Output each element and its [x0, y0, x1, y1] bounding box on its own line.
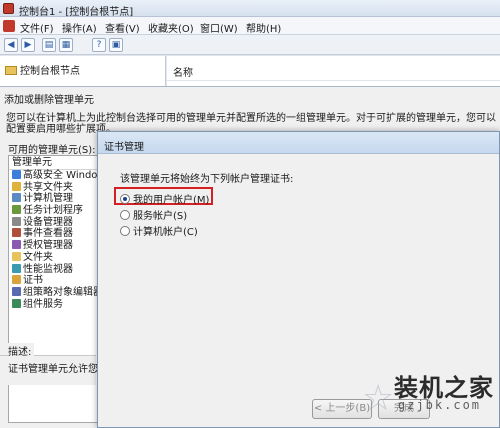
cert-dialog-titlebar: 证书管理	[98, 132, 499, 154]
firewall-icon	[12, 170, 21, 179]
snapin-label: 任务计划程序	[23, 205, 83, 217]
performance-monitor-icon	[12, 263, 21, 273]
menu-view[interactable]: 查看(V)	[105, 20, 140, 35]
result-list: 名称	[167, 56, 500, 86]
cert-dialog-prompt: 该管理单元将始终为下列帐户管理证书:	[120, 174, 294, 185]
authorization-manager-icon	[12, 240, 21, 250]
tree-root-node[interactable]: 控制台根节点	[5, 62, 80, 77]
radio-icon[interactable]	[120, 226, 130, 236]
list-item[interactable]: 授权管理器	[9, 240, 97, 252]
window-title: 控制台1 - [控制台根节点]	[19, 7, 134, 18]
menu-help[interactable]: 帮助(H)	[246, 20, 281, 35]
list-item[interactable]: 文件夹	[9, 251, 97, 264]
radio-label-computer-account: 计算机帐户(C)	[133, 227, 198, 238]
list-item[interactable]: 组策略对象编辑器	[9, 286, 98, 299]
list-item[interactable]: 证书	[9, 275, 97, 287]
mmc-menu-icon[interactable]	[3, 20, 15, 32]
show-hide-tree-icon[interactable]: ▤	[42, 38, 56, 52]
snapin-label: 证书	[23, 275, 43, 287]
snapin-label: 组件服务	[23, 298, 63, 310]
radio-computer-account[interactable]: 计算机帐户(C)	[120, 223, 198, 238]
group-policy-icon	[12, 286, 21, 296]
panel-icon[interactable]: ▦	[59, 38, 73, 52]
event-viewer-icon	[12, 228, 21, 238]
task-scheduler-icon	[12, 205, 21, 215]
radio-label-user-account: 我的用户帐户(M)	[133, 195, 210, 206]
snapin-label: 文件夹	[23, 251, 53, 263]
forward-arrow-icon[interactable]: ▶	[21, 38, 35, 52]
snapin-label: 组策略对象编辑器	[23, 286, 98, 298]
list-item[interactable]: 组件服务	[9, 298, 97, 311]
watermark-url: gzjbk.com	[398, 398, 482, 412]
toolbar: ◀ ▶ ▤ ▦ ? ▣	[0, 35, 500, 55]
folder-icon	[12, 251, 21, 261]
snapin-label: 计算机管理	[23, 193, 73, 205]
radio-service-account[interactable]: 服务帐户(S)	[120, 207, 187, 222]
list-item[interactable]: 共享文件夹	[9, 181, 97, 194]
snapin-label: 高级安全 Windows	[23, 170, 98, 181]
column-header-name[interactable]: 名称	[173, 64, 193, 79]
snapin-label: 性能监视器	[23, 263, 73, 275]
site-watermark: ☆ 装机之家 gzjbk.com	[354, 364, 494, 422]
list-item[interactable]: 高级安全 Windows	[9, 170, 97, 182]
list-item[interactable]: 计算机管理	[9, 193, 97, 205]
properties-icon[interactable]: ▣	[109, 38, 123, 52]
header-divider	[167, 80, 500, 81]
menu-window[interactable]: 窗口(W)	[200, 20, 238, 35]
radio-icon[interactable]	[120, 210, 130, 220]
snapin-label: 共享文件夹	[23, 181, 73, 193]
menu-favorites[interactable]: 收藏夹(O)	[148, 20, 194, 35]
menu-file[interactable]: 文件(F)	[20, 20, 54, 35]
snapin-label: 授权管理器	[23, 240, 73, 252]
computer-management-icon	[12, 193, 21, 203]
list-item[interactable]: 任务计划程序	[9, 205, 97, 217]
list-item[interactable]: 设备管理器	[9, 216, 97, 229]
available-snapins-label: 可用的管理单元(S):	[8, 145, 96, 156]
device-manager-icon	[12, 216, 21, 226]
menu-action[interactable]: 操作(A)	[62, 20, 97, 35]
folder-icon	[5, 66, 17, 75]
console-tree: 控制台根节点	[0, 56, 166, 86]
back-arrow-icon[interactable]: ◀	[4, 38, 18, 52]
list-item[interactable]: 事件查看器	[9, 228, 97, 240]
snapin-list-header[interactable]: 管理单元	[9, 156, 97, 170]
list-item[interactable]: 性能监视器	[9, 263, 97, 276]
radio-selected-icon[interactable]	[120, 194, 130, 204]
menu-bar: 文件(F) 操作(A) 查看(V) 收藏夹(O) 窗口(W) 帮助(H)	[0, 17, 500, 35]
snapin-dialog-title: 添加或删除管理单元	[4, 95, 94, 106]
snapin-label: 事件查看器	[23, 228, 73, 240]
description-label: 描述:	[8, 343, 35, 358]
description-box: 证书管理单元允许您	[0, 355, 98, 385]
description-text: 证书管理单元允许您	[8, 364, 98, 375]
radio-my-user-account[interactable]: 我的用户帐户(M)	[120, 191, 209, 206]
radio-label-service-account: 服务帐户(S)	[133, 211, 188, 222]
help-icon[interactable]: ?	[92, 38, 106, 52]
snapin-label: 设备管理器	[23, 216, 73, 228]
component-services-icon	[12, 298, 21, 308]
mmc-app-icon	[3, 3, 14, 14]
window-titlebar: 控制台1 - [控制台根节点]	[0, 0, 500, 18]
shared-folder-icon	[12, 181, 21, 191]
cert-dialog-title: 证书管理	[104, 142, 144, 153]
certificate-icon	[12, 275, 21, 285]
tree-root-label: 控制台根节点	[20, 66, 80, 77]
